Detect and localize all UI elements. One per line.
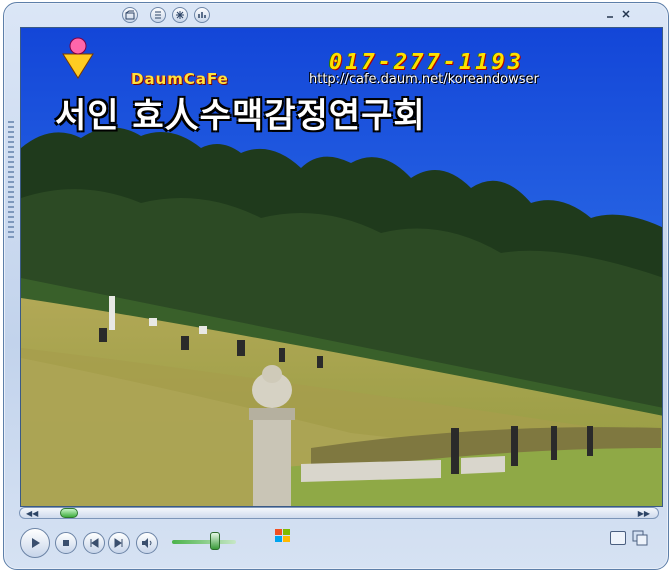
- stop-icon: [63, 540, 69, 546]
- open-file-icon[interactable]: [122, 7, 138, 23]
- previous-icon: [90, 538, 99, 548]
- switch-to-compact-icon[interactable]: [631, 529, 649, 547]
- next-icon: [114, 538, 123, 548]
- close-icon[interactable]: [617, 7, 635, 23]
- video-display[interactable]: DaumCaFe 017-277-1193 http://cafe.daum.n…: [20, 27, 663, 507]
- resize-grip[interactable]: [8, 121, 14, 241]
- visualization-icon[interactable]: [172, 7, 188, 23]
- logo-mascot-icon: [55, 34, 101, 84]
- seek-bar[interactable]: ◀◀ ▶▶: [19, 507, 659, 519]
- media-player-window: DaumCaFe 017-277-1193 http://cafe.daum.n…: [3, 2, 669, 570]
- next-button[interactable]: [108, 532, 130, 554]
- korean-heading: 서인 효人수맥감정연구회: [55, 96, 426, 136]
- seek-thumb[interactable]: [60, 508, 78, 518]
- cafe-url: http://cafe.daum.net/koreandowser: [309, 72, 539, 87]
- volume-slider[interactable]: [172, 540, 236, 544]
- previous-button[interactable]: [83, 532, 105, 554]
- mute-button[interactable]: [136, 532, 158, 554]
- playlist-icon[interactable]: [150, 7, 166, 23]
- play-button[interactable]: [20, 528, 50, 558]
- speaker-icon: [142, 538, 152, 548]
- play-icon: [32, 538, 40, 548]
- equalizer-icon[interactable]: [194, 7, 210, 23]
- title-bar: [4, 3, 668, 25]
- fullscreen-icon[interactable]: [610, 531, 626, 545]
- seek-left-arrow-icon[interactable]: ◀◀: [26, 509, 38, 518]
- stop-button[interactable]: [55, 532, 77, 554]
- volume-thumb[interactable]: [210, 532, 220, 550]
- logo-text: DaumCaFe: [131, 70, 229, 88]
- seek-right-arrow-icon[interactable]: ▶▶: [638, 509, 650, 518]
- windows-logo-icon: [274, 528, 292, 544]
